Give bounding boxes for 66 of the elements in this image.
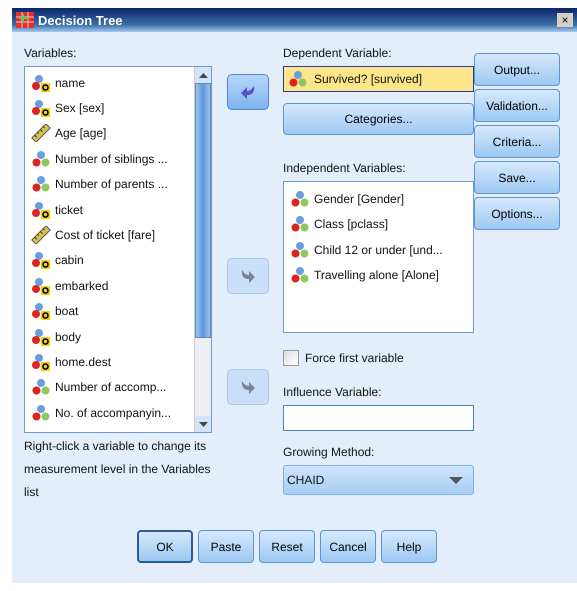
- dialog-button[interactable]: Help: [381, 530, 437, 563]
- variable-icon: [31, 150, 51, 168]
- variable-item: Survived? [survived]: [314, 72, 422, 86]
- growing-method-label: Growing Method:: [283, 445, 376, 461]
- variable-item[interactable]: Number of parents ...: [55, 177, 168, 192]
- variable-item[interactable]: Gender [Gender]: [314, 192, 404, 206]
- dialog-button[interactable]: OK: [137, 530, 193, 563]
- variable-icon: [290, 240, 310, 259]
- dialog-button[interactable]: Cancel: [320, 530, 376, 563]
- growing-method-dropdown[interactable]: CHAID: [283, 465, 474, 495]
- variable-item[interactable]: Cost of ticket [fare]: [55, 228, 156, 242]
- variable-icon: [31, 404, 51, 422]
- variable-item[interactable]: ticket: [55, 202, 84, 217]
- dialog-button[interactable]: Criteria...: [474, 125, 560, 158]
- window-title: Decision Tree: [38, 12, 124, 28]
- variable-item[interactable]: Number of siblings ...: [55, 152, 168, 166]
- variable-icon: [31, 200, 51, 219]
- variable-item[interactable]: home.dest: [55, 354, 112, 369]
- variable-item[interactable]: name: [55, 76, 86, 90]
- variable-item[interactable]: Child 12 or under [und...: [314, 242, 443, 257]
- influence-variable-label: Influence Variable:: [283, 385, 383, 401]
- variable-icon: [290, 190, 310, 208]
- variable-item[interactable]: Class [pclass]: [314, 217, 388, 232]
- variable-icon: [31, 251, 51, 270]
- variable-icon: [31, 74, 51, 92]
- dependent-variable-label: Dependent Variable:: [283, 46, 393, 62]
- variable-icon: [290, 215, 310, 234]
- variable-item[interactable]: No. of accompanyin...: [55, 406, 172, 420]
- variable-icon: [31, 328, 51, 346]
- dialog-button[interactable]: Validation...: [474, 89, 560, 122]
- variable-icon: [288, 70, 308, 88]
- categories-button[interactable]: Categories...: [283, 103, 474, 135]
- variable-icon: [31, 302, 51, 320]
- independent-variables-label: Independent Variables:: [283, 161, 407, 177]
- scroll-up-icon[interactable]: [198, 72, 208, 78]
- scrollbar[interactable]: [194, 67, 211, 432]
- variable-item[interactable]: embarked: [55, 278, 108, 293]
- close-button[interactable]: ×: [557, 13, 573, 27]
- variable-icon: [31, 276, 51, 295]
- variable-item[interactable]: Number of accomp...: [55, 380, 166, 394]
- variable-icon: [31, 99, 51, 118]
- variable-item[interactable]: boat: [55, 304, 78, 318]
- move-arrow-button[interactable]: [226, 74, 268, 110]
- hint-text: Right-click a variable to change its measurement level in the Variables list: [24, 438, 212, 501]
- dialog-button[interactable]: Save...: [474, 161, 560, 194]
- dialog-button[interactable]: Output...: [474, 53, 560, 86]
- dialog-button[interactable]: Options...: [474, 197, 560, 230]
- app-icon: [16, 12, 34, 28]
- variable-item[interactable]: body: [55, 330, 82, 344]
- variable-icon: [31, 378, 51, 396]
- variable-item[interactable]: cabin: [55, 253, 84, 268]
- variables-label: Variables:: [24, 46, 78, 62]
- checkbox-label[interactable]: Force first variable: [305, 351, 404, 365]
- dependent-variable-field[interactable]: Survived? [survived]: [283, 66, 474, 92]
- variable-item[interactable]: Travelling alone [Alone]: [314, 268, 439, 282]
- variable-item[interactable]: Sex [sex]: [55, 101, 104, 116]
- variable-item[interactable]: Age [age]: [55, 126, 106, 140]
- variable-icon: [290, 266, 310, 284]
- dropdown-caret-icon[interactable]: [449, 476, 463, 484]
- dialog-button[interactable]: Reset: [259, 530, 315, 563]
- influence-variable-field[interactable]: [283, 405, 474, 431]
- dialog-button[interactable]: Paste: [198, 530, 254, 563]
- variable-icon: [31, 175, 51, 194]
- scroll-down-icon[interactable]: [198, 422, 208, 426]
- checkbox[interactable]: [283, 350, 299, 366]
- variable-icon: [31, 352, 51, 371]
